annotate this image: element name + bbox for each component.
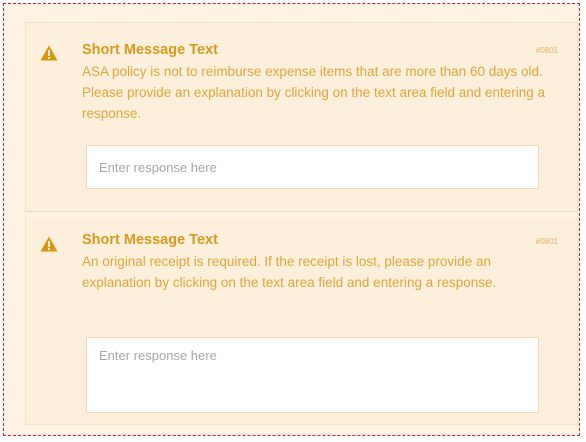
- message-code: #0801: [535, 237, 558, 246]
- message-card: Short Message Text #0801 An original rec…: [25, 217, 578, 425]
- message-title: Short Message Text: [82, 232, 218, 248]
- message-card: Short Message Text #0801 ASA policy is n…: [25, 22, 578, 212]
- validation-messages-panel: Short Message Text #0801 ASA policy is n…: [3, 3, 580, 436]
- message-body: An original receipt is required. If the …: [82, 254, 497, 290]
- message-code: #0801: [535, 46, 558, 55]
- response-textarea[interactable]: [86, 337, 539, 413]
- warning-icon: [40, 45, 58, 61]
- message-body: ASA policy is not to reimburse expense i…: [82, 64, 546, 121]
- response-input[interactable]: [86, 145, 539, 189]
- warning-icon: [40, 236, 58, 252]
- message-title: Short Message Text: [82, 42, 218, 58]
